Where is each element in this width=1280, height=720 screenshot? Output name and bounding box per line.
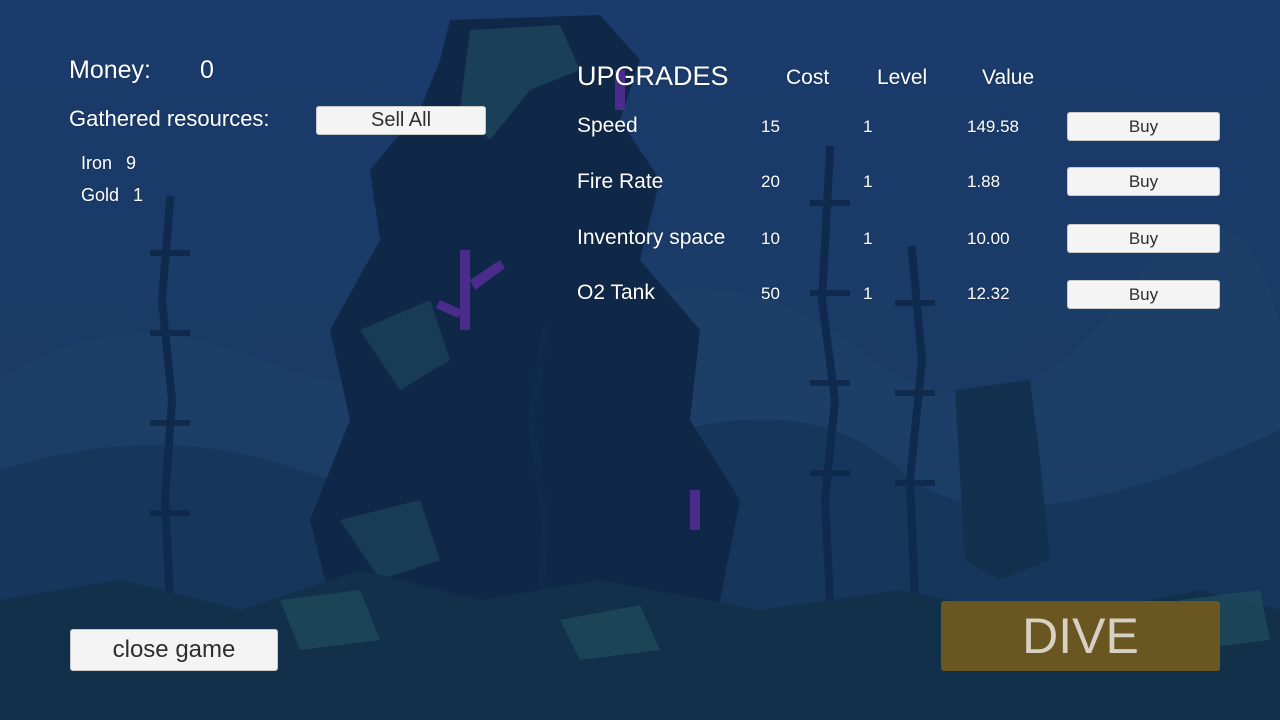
upgrade-name-o2-tank: O2 Tank xyxy=(577,281,655,304)
buy-speed-button[interactable]: Buy xyxy=(1067,112,1220,141)
buy-fire-rate-button[interactable]: Buy xyxy=(1067,167,1220,196)
upgrade-name-speed: Speed xyxy=(577,114,638,137)
sell-all-button[interactable]: Sell All xyxy=(316,106,486,135)
gathered-resources-label: Gathered resources: xyxy=(69,106,270,131)
resource-count-iron: 9 xyxy=(126,153,137,173)
money-value: 0 xyxy=(200,56,214,84)
resource-count-gold: 1 xyxy=(133,185,144,205)
close-game-button[interactable]: close game xyxy=(70,629,278,671)
upgrade-value-inventory-space: 10.00 xyxy=(967,229,1010,248)
column-header-cost: Cost xyxy=(786,66,830,89)
buy-o2-tank-button[interactable]: Buy xyxy=(1067,280,1220,309)
column-header-level: Level xyxy=(877,66,928,89)
resource-name-iron: Iron xyxy=(81,153,113,173)
upgrade-cost-speed: 15 xyxy=(761,117,780,136)
buy-inventory-space-button[interactable]: Buy xyxy=(1067,224,1220,253)
upgrades-title: UPGRADES xyxy=(577,61,729,91)
resource-name-gold: Gold xyxy=(81,185,120,205)
upgrade-cost-o2-tank: 50 xyxy=(761,284,780,303)
upgrade-level-inventory-space: 1 xyxy=(863,229,873,248)
upgrade-level-speed: 1 xyxy=(863,117,873,136)
upgrade-cost-inventory-space: 10 xyxy=(761,229,780,248)
upgrade-name-fire-rate: Fire Rate xyxy=(577,170,664,193)
column-header-value: Value xyxy=(982,66,1035,89)
upgrade-value-speed: 149.58 xyxy=(967,117,1019,136)
upgrade-value-o2-tank: 12.32 xyxy=(967,284,1010,303)
dive-button[interactable]: DIVE xyxy=(941,601,1220,671)
upgrade-cost-fire-rate: 20 xyxy=(761,172,780,191)
upgrade-level-fire-rate: 1 xyxy=(863,172,873,191)
upgrade-value-fire-rate: 1.88 xyxy=(967,172,1001,191)
upgrade-level-o2-tank: 1 xyxy=(863,284,873,303)
money-label: Money: xyxy=(69,56,151,84)
upgrade-name-inventory-space: Inventory space xyxy=(577,226,726,249)
